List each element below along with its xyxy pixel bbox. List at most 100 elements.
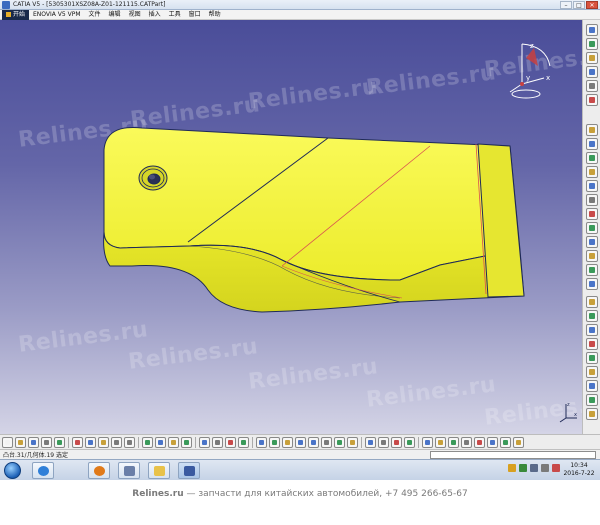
menu-bar: 开始 ENOVIA V5 VPM 文件 编辑 视图 插入 工具 窗口 帮助 [0, 9, 600, 20]
redo-icon[interactable] [124, 436, 135, 448]
3d-part-model[interactable] [0, 20, 582, 434]
menu-tools[interactable]: 工具 [165, 10, 185, 20]
copy-icon[interactable] [85, 436, 96, 448]
print-icon[interactable] [41, 436, 52, 448]
toolbar-tool-icon[interactable] [199, 436, 210, 448]
menu-window[interactable]: 窗口 [185, 10, 205, 20]
hide-show-icon[interactable] [365, 436, 376, 448]
close-button[interactable]: ✕ [586, 1, 598, 9]
taskbar-catia-active[interactable] [178, 462, 200, 479]
toolbar-tool-icon[interactable] [461, 436, 472, 448]
toolbar-tool-icon[interactable] [586, 236, 598, 248]
toolbar-tool-icon[interactable] [586, 408, 598, 420]
menu-file[interactable]: 文件 [85, 10, 105, 20]
taskbar-ie[interactable] [32, 462, 54, 479]
command-input[interactable] [430, 451, 596, 459]
tray-icon[interactable] [508, 464, 516, 472]
toolbar-tool-icon[interactable] [181, 436, 192, 448]
menu-insert[interactable]: 插入 [145, 10, 165, 20]
toolbar-tool-icon[interactable] [487, 436, 498, 448]
toolbar-tool-icon[interactable] [586, 208, 598, 220]
toolbar-tool-icon[interactable] [435, 436, 446, 448]
toolbar-tool-icon[interactable] [238, 436, 249, 448]
save-icon[interactable] [28, 436, 39, 448]
toolbar-tool-icon[interactable] [168, 436, 179, 448]
zoom-in-icon[interactable] [295, 436, 306, 448]
toolbar-tool-icon[interactable] [586, 138, 598, 150]
toolbar-tool-icon[interactable] [586, 264, 598, 276]
zoom-out-icon[interactable] [308, 436, 319, 448]
toolbar-tool-icon[interactable] [586, 24, 598, 36]
toolbar-tool-icon[interactable] [586, 194, 598, 206]
toolbar-tool-icon[interactable] [586, 296, 598, 308]
taskbar-catia[interactable] [118, 462, 140, 479]
toolbar-tool-icon[interactable] [586, 38, 598, 50]
toolbar-tool-icon[interactable] [404, 436, 415, 448]
maximize-button[interactable]: □ [573, 1, 585, 9]
toolbar-tool-icon[interactable] [391, 436, 402, 448]
tray-icon[interactable] [519, 464, 527, 472]
footer-text: Relines.ru — запчасти для китайских авто… [0, 489, 600, 499]
windows-start-button[interactable] [4, 462, 21, 479]
toolbar-tool-icon[interactable] [586, 324, 598, 336]
fit-all-icon[interactable] [256, 436, 267, 448]
toolbar-tool-icon[interactable] [586, 366, 598, 378]
toolbar-tool-icon[interactable] [586, 394, 598, 406]
3d-viewport[interactable]: Relines.ru Relines.ru Relines.ru Relines… [0, 20, 582, 434]
toolbar-tool-icon[interactable] [586, 180, 598, 192]
rotate-icon[interactable] [282, 436, 293, 448]
minimize-button[interactable]: – [560, 1, 572, 9]
menu-enovia[interactable]: ENOVIA V5 VPM [29, 10, 85, 20]
cut-icon[interactable] [72, 436, 83, 448]
toolbar-tool-icon[interactable] [586, 80, 598, 92]
toolbar-tool-icon[interactable] [586, 152, 598, 164]
pan-icon[interactable] [269, 436, 280, 448]
toolbar-tool-icon[interactable] [142, 436, 153, 448]
toolbar-tool-icon[interactable] [586, 380, 598, 392]
render-style-icon[interactable] [347, 436, 358, 448]
open-file-icon[interactable] [15, 436, 26, 448]
menu-help[interactable]: 帮助 [205, 10, 225, 20]
tray-icon[interactable] [552, 464, 560, 472]
system-clock[interactable]: 10:34 2016-7-22 [560, 462, 598, 478]
toolbar-tool-icon[interactable] [225, 436, 236, 448]
toolbar-tool-icon[interactable] [586, 52, 598, 64]
toolbar-tool-icon[interactable] [54, 436, 65, 448]
toolbar-tool-icon[interactable] [586, 250, 598, 262]
menu-edit[interactable]: 编辑 [105, 10, 125, 20]
new-file-icon[interactable] [2, 436, 13, 448]
undo-icon[interactable] [111, 436, 122, 448]
menu-view[interactable]: 视图 [125, 10, 145, 20]
toolbar-tool-icon[interactable] [448, 436, 459, 448]
toolbar-tool-icon[interactable] [586, 352, 598, 364]
toolbar-tool-icon[interactable] [155, 436, 166, 448]
taskbar-media-player[interactable] [88, 462, 110, 479]
folder-icon [154, 466, 165, 476]
menu-start[interactable]: 开始 [2, 9, 30, 20]
toolbar-tool-icon[interactable] [500, 436, 511, 448]
toolbar-separator [361, 436, 362, 448]
toolbar-tool-icon[interactable] [586, 66, 598, 78]
toolbar-tool-icon[interactable] [422, 436, 433, 448]
axis-triad-icon: z x [559, 402, 577, 423]
toolbar-tool-icon[interactable] [586, 222, 598, 234]
swap-space-icon[interactable] [378, 436, 389, 448]
taskbar: 10:34 2016-7-22 [0, 459, 600, 480]
network-icon[interactable] [530, 464, 538, 472]
toolbar-tool-icon[interactable] [586, 94, 598, 106]
normal-view-icon[interactable] [321, 436, 332, 448]
compass-icon[interactable]: z x y [500, 36, 560, 106]
taskbar-folder[interactable] [148, 462, 170, 479]
toolbar-tool-icon[interactable] [212, 436, 223, 448]
paste-icon[interactable] [98, 436, 109, 448]
toolbar-tool-icon[interactable] [586, 278, 598, 290]
volume-icon[interactable] [541, 464, 549, 472]
toolbar-tool-icon[interactable] [513, 436, 524, 448]
toolbar-tool-icon[interactable] [586, 124, 598, 136]
toolbar-tool-icon[interactable] [586, 166, 598, 178]
toolbar-separator [195, 436, 196, 448]
toolbar-tool-icon[interactable] [586, 338, 598, 350]
views-icon[interactable] [334, 436, 345, 448]
toolbar-tool-icon[interactable] [586, 310, 598, 322]
toolbar-tool-icon[interactable] [474, 436, 485, 448]
